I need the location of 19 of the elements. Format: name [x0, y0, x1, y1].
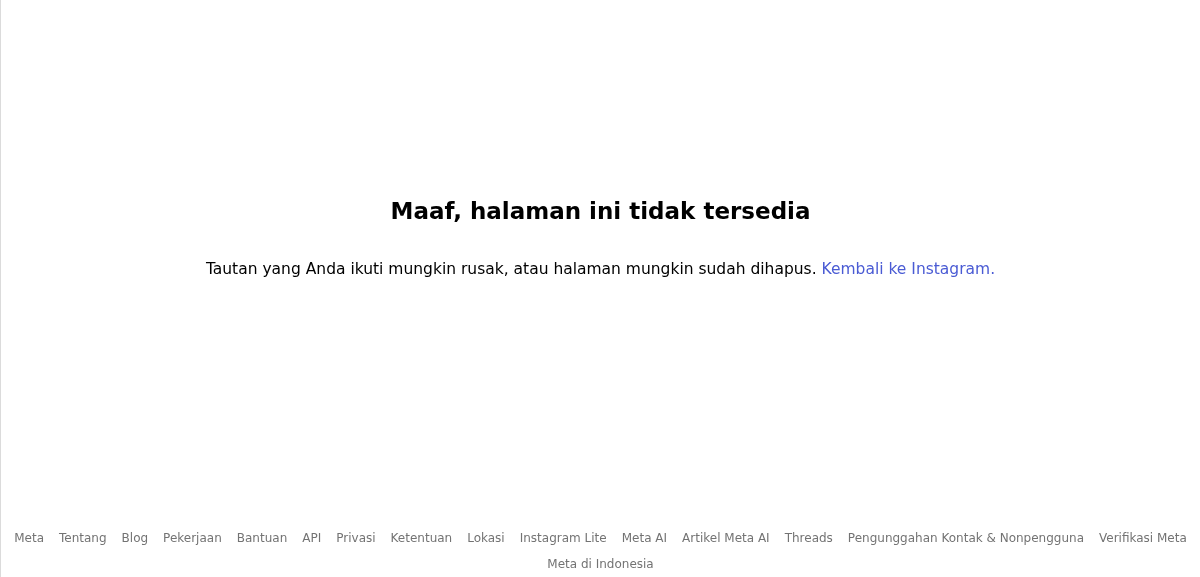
footer-link[interactable]: Lokasi: [467, 531, 505, 545]
footer-link[interactable]: Verifikasi Meta: [1099, 531, 1187, 545]
footer-link[interactable]: Instagram Lite: [519, 531, 607, 545]
footer-link[interactable]: Ketentuan: [390, 531, 453, 545]
footer-link[interactable]: Meta AI: [621, 531, 668, 545]
footer-link[interactable]: Meta: [14, 531, 44, 545]
footer-link[interactable]: Tentang: [59, 531, 107, 545]
footer-link[interactable]: API: [302, 531, 322, 545]
footer-link[interactable]: Artikel Meta AI: [682, 531, 770, 545]
error-title: Maaf, halaman ini tidak tersedia: [390, 198, 811, 224]
footer-link[interactable]: Bantuan: [236, 531, 288, 545]
footer-link[interactable]: Threads: [784, 531, 833, 545]
error-message: Tautan yang Anda ikuti mungkin rusak, atau halaman mungkin sudah dihapus. Kembali ke Instagram.: [205, 260, 996, 278]
footer-link[interactable]: Blog: [121, 531, 149, 545]
footer-link[interactable]: Pekerjaan: [163, 531, 222, 545]
back-link[interactable]: Kembali ke Instagram.: [821, 260, 996, 278]
footer-link[interactable]: Pengunggahan Kontak & Nonpengguna: [847, 531, 1084, 545]
language-selector[interactable]: Meta di Indonesia: [547, 557, 654, 571]
footer-link[interactable]: Privasi: [336, 531, 376, 545]
